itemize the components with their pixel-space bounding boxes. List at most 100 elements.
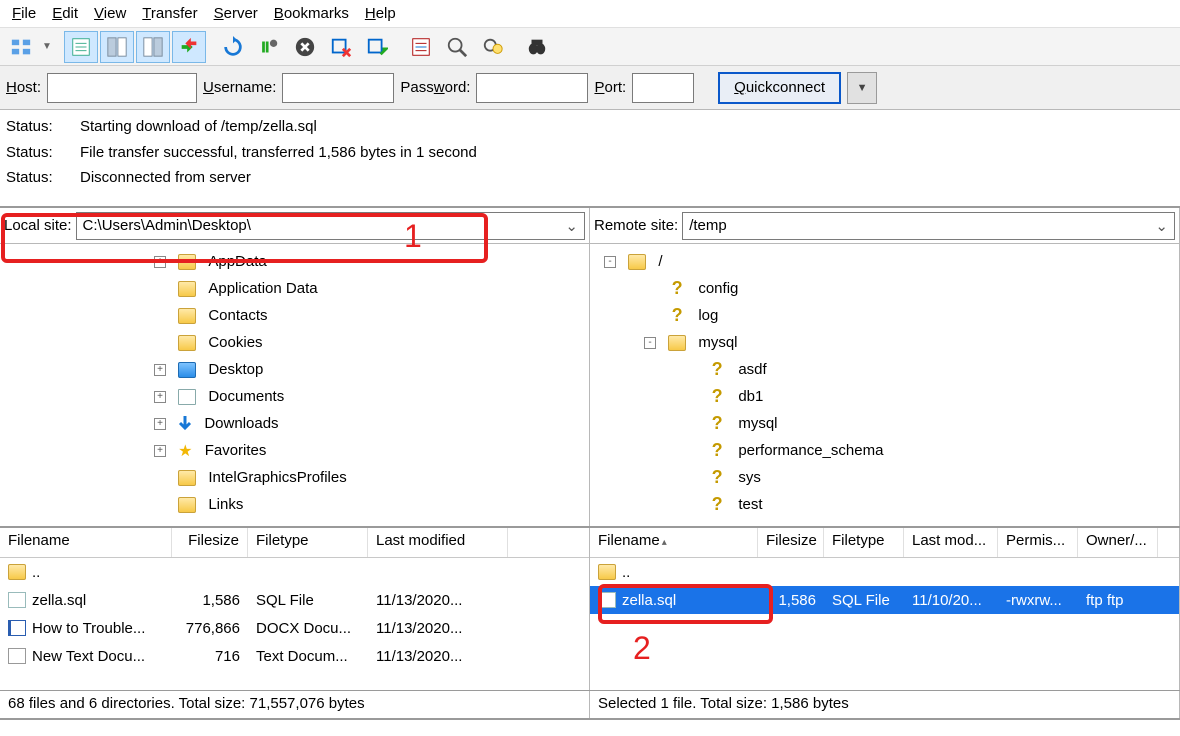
local-file-header[interactable]: Filename Filesize Filetype Last modified [0,528,589,558]
tree-node[interactable]: ? config [590,275,1179,302]
tree-node[interactable]: + AppData [0,248,589,275]
remote-site-label: Remote site: [594,217,678,234]
menu-file[interactable]: File [4,3,44,24]
tree-node-label: Favorites [205,442,267,459]
text-file-icon [8,648,26,664]
port-input[interactable] [632,73,694,103]
col-lastmod[interactable]: Last modified [368,528,508,557]
tree-node[interactable]: - / [590,248,1179,275]
cancel-button[interactable] [288,31,322,63]
quickconnect-dropdown[interactable]: ▼ [847,72,877,104]
password-input[interactable] [476,73,588,103]
expand-toggle[interactable]: + [154,445,166,457]
expand-toggle[interactable]: + [154,391,166,403]
col-filename[interactable]: Filename [0,528,172,557]
col-filetype[interactable]: Filetype [824,528,904,557]
remote-site-combo[interactable]: /temp [682,212,1175,240]
col-filetype[interactable]: Filetype [248,528,368,557]
toggle-remote-tree-button[interactable] [136,31,170,63]
unknown-folder-icon: ? [708,413,726,434]
tree-node[interactable]: IntelGraphicsProfiles [0,464,589,491]
binoculars-button[interactable] [520,31,554,63]
toggle-log-button[interactable] [64,31,98,63]
tree-node-label: Downloads [204,415,278,432]
expand-toggle[interactable]: + [154,364,166,376]
remote-file-rows[interactable]: ..zella.sql1,586SQL File11/10/20...-rwxr… [590,558,1179,690]
tree-node[interactable]: ? test [590,491,1179,518]
site-manager-dropdown[interactable]: ▼ [40,31,54,63]
toggle-queue-button[interactable] [172,31,206,63]
tree-node[interactable]: ? db1 [590,383,1179,410]
file-row[interactable]: .. [590,558,1179,586]
username-input[interactable] [282,73,394,103]
local-file-rows[interactable]: ..zella.sql1,586SQL File11/13/2020...How… [0,558,589,690]
tree-node[interactable]: ? mysql [590,410,1179,437]
col-owner[interactable]: Owner/... [1078,528,1158,557]
file-row[interactable]: zella.sql1,586SQL File11/10/20...-rwxrw.… [590,586,1179,614]
host-label: Host: [6,79,41,96]
menu-bookmarks[interactable]: Bookmarks [266,3,357,24]
disconnect-button[interactable] [324,31,358,63]
col-permissions[interactable]: Permis... [998,528,1078,557]
menu-edit[interactable]: Edit [44,3,86,24]
expand-toggle[interactable]: + [154,418,166,430]
tree-node[interactable]: + Desktop [0,356,589,383]
host-input[interactable] [47,73,197,103]
col-lastmod[interactable]: Last mod... [904,528,998,557]
tree-node[interactable]: - mysql [590,329,1179,356]
message-log[interactable]: Status:Starting download of /temp/zella.… [0,110,1180,208]
menu-help[interactable]: Help [357,3,404,24]
tree-node-label: AppData [208,253,266,270]
unknown-folder-icon: ? [668,278,686,299]
tree-node-label: log [698,307,718,324]
remote-file-header[interactable]: Filename▴ Filesize Filetype Last mod... … [590,528,1179,558]
downloads-icon [178,416,192,432]
toggle-local-tree-button[interactable] [100,31,134,63]
folder-icon [8,564,26,580]
reconnect-button[interactable] [360,31,394,63]
file-row[interactable]: zella.sql1,586SQL File11/13/2020... [0,586,589,614]
tree-node-label: Application Data [208,280,317,297]
tree-node[interactable]: Cookies [0,329,589,356]
quickconnect-button[interactable]: Quickconnect [718,72,841,104]
tree-node[interactable]: + Documents [0,383,589,410]
tree-node[interactable]: + Downloads [0,410,589,437]
file-row[interactable]: How to Trouble...776,866DOCX Docu...11/1… [0,614,589,642]
file-row[interactable]: New Text Docu...716Text Docum...11/13/20… [0,642,589,670]
tree-node[interactable]: Application Data [0,275,589,302]
tree-node[interactable]: ? performance_schema [590,437,1179,464]
log-row: Status:Disconnected from server [6,165,1174,191]
filter-button[interactable] [404,31,438,63]
menu-view[interactable]: View [86,3,134,24]
process-queue-button[interactable] [252,31,286,63]
username-label: Username: [203,79,276,96]
port-label: Port: [594,79,626,96]
col-filename[interactable]: Filename▴ [590,528,758,557]
col-filesize[interactable]: Filesize [172,528,248,557]
tree-node[interactable]: + ★ Favorites [0,437,589,464]
tree-node[interactable]: ? log [590,302,1179,329]
file-row[interactable]: .. [0,558,589,586]
menu-transfer[interactable]: Transfer [134,3,205,24]
tree-node[interactable]: ? asdf [590,356,1179,383]
tree-node[interactable]: Links [0,491,589,518]
expand-toggle[interactable]: - [604,256,616,268]
tree-node-label: asdf [738,361,766,378]
unknown-folder-icon: ? [668,305,686,326]
favorites-icon: ★ [178,441,192,461]
compare-button[interactable] [476,31,510,63]
search-button[interactable] [440,31,474,63]
refresh-button[interactable] [216,31,250,63]
site-manager-button[interactable] [4,31,38,63]
col-filesize[interactable]: Filesize [758,528,824,557]
remote-tree-pane[interactable]: - / ? config ? log- mysql ? asdf ? db1 ?… [590,244,1180,526]
expand-toggle[interactable]: - [644,337,656,349]
expand-toggle[interactable]: + [154,256,166,268]
menu-server[interactable]: Server [206,3,266,24]
local-site-combo[interactable]: C:\Users\Admin\Desktop\ [76,212,585,240]
local-tree-pane[interactable]: + AppData Application Data Contacts Cook… [0,244,590,526]
unknown-folder-icon: ? [708,386,726,407]
tree-node[interactable]: ? sys [590,464,1179,491]
tree-node[interactable]: Contacts [0,302,589,329]
tree-node-label: db1 [738,388,763,405]
